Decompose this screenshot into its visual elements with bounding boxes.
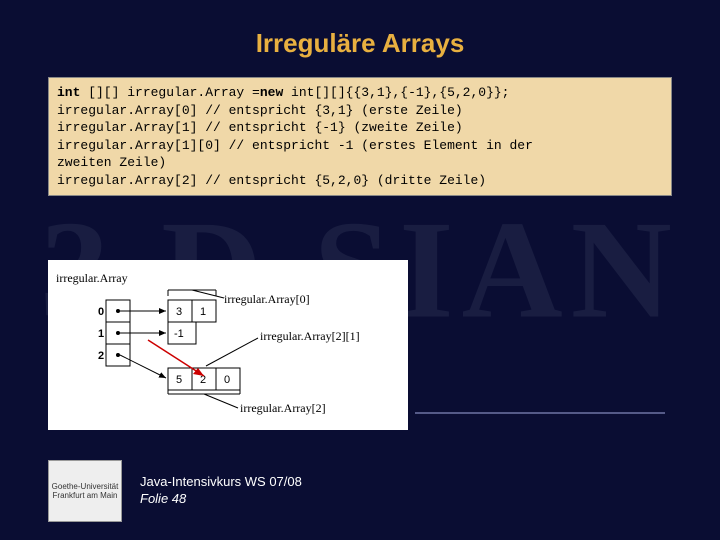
row2-label: irregular.Array[2] — [240, 401, 326, 415]
cell: 1 — [200, 306, 206, 318]
cell: 3 — [176, 306, 182, 318]
keyword: new — [260, 85, 283, 100]
row-2: 5 2 0 — [168, 368, 240, 390]
divider — [415, 412, 665, 414]
footer-text: Java-Intensivkurs WS 07/08 Folie 48 — [140, 474, 302, 508]
code-line: irregular.Array[1][0] // entspricht -1 (… — [57, 137, 663, 155]
keyword: int — [57, 85, 80, 100]
university-logo: Goethe-Universität Frankfurt am Main — [48, 460, 122, 522]
cell: 5 — [176, 374, 182, 386]
diagram-svg: irregular.Array 0 1 2 3 1 irregular.Arra… — [48, 260, 408, 430]
cell: 0 — [224, 374, 230, 386]
code-line: irregular.Array[2] // entspricht {5,2,0}… — [57, 172, 663, 190]
slide-number: Folie 48 — [140, 491, 302, 508]
index-2: 2 — [98, 350, 104, 362]
code-line: irregular.Array[1] // entspricht {-1} (z… — [57, 119, 663, 137]
row-0: 3 1 — [168, 300, 216, 322]
row0-label: irregular.Array[0] — [224, 292, 310, 306]
index-1: 1 — [98, 328, 104, 340]
diagram-main-label: irregular.Array — [56, 271, 128, 285]
slide-footer: Goethe-Universität Frankfurt am Main Jav… — [48, 460, 302, 522]
row21-label: irregular.Array[2][1] — [260, 329, 360, 343]
code-block: int [][] irregular.Array =new int[][]{{3… — [48, 77, 672, 196]
cell: -1 — [174, 328, 184, 340]
slide-title: Irreguläre Arrays — [0, 0, 720, 77]
course-name: Java-Intensivkurs WS 07/08 — [140, 474, 302, 491]
index-0: 0 — [98, 306, 104, 318]
row-1: -1 — [168, 322, 196, 344]
code-line: zweiten Zeile) — [57, 154, 663, 172]
array-diagram: irregular.Array 0 1 2 3 1 irregular.Arra… — [48, 260, 408, 430]
code-text: int[][]{{3,1},{-1},{5,2,0}}; — [283, 85, 509, 100]
code-line: irregular.Array[0] // entspricht {3,1} (… — [57, 102, 663, 120]
code-text: [][] irregular.Array = — [80, 85, 259, 100]
code-line: int [][] irregular.Array =new int[][]{{3… — [57, 84, 663, 102]
